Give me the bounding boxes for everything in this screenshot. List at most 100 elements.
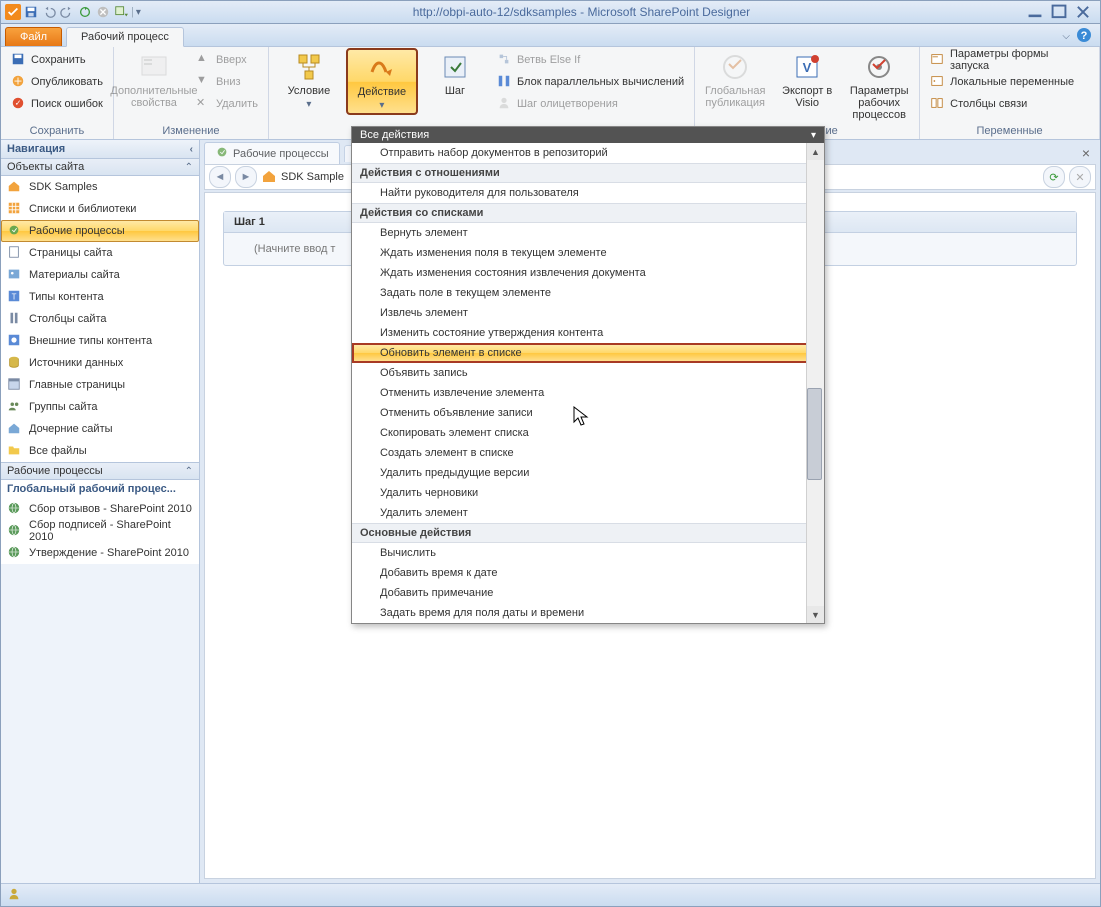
global-publish-button: Глобальная публикация xyxy=(701,49,769,111)
doc-tab-workflows[interactable]: Рабочие процессы xyxy=(204,142,340,164)
export-visio-button[interactable]: VЭкспорт в Visio xyxy=(773,49,841,111)
parallel-button[interactable]: Блок параллельных вычислений xyxy=(493,71,688,93)
svg-text:V: V xyxy=(803,60,812,75)
branch-button: Ветвь Else If xyxy=(493,49,688,71)
nav-global-wf: Глобальный рабочий процес... xyxy=(1,480,199,498)
ribbon-minimize-icon[interactable]: ⌵ xyxy=(1062,31,1070,42)
action-item[interactable]: Удалить черновики xyxy=(352,483,824,503)
wf-item-1[interactable]: Сбор подписей - SharePoint 2010 xyxy=(1,520,199,542)
sidebar-item-7[interactable]: Внешние типы контента xyxy=(1,330,199,352)
action-item[interactable]: Найти руководителя для пользователя xyxy=(352,183,824,203)
svg-text:✓: ✓ xyxy=(15,99,22,108)
stop-button[interactable]: ✕ xyxy=(1069,166,1091,188)
wf-item-2[interactable]: Утверждение - SharePoint 2010 xyxy=(1,542,199,564)
form-params-button[interactable]: Параметры формы запуска xyxy=(926,49,1093,71)
scrollbar[interactable]: ▲ ▼ xyxy=(806,143,824,623)
users-icon xyxy=(7,399,23,415)
sidebar-item-6[interactable]: Столбцы сайта xyxy=(1,308,199,330)
dropdown-icon[interactable] xyxy=(113,4,129,20)
save-icon[interactable] xyxy=(23,4,39,20)
wf-settings-button[interactable]: Параметры рабочих процессов xyxy=(845,49,913,123)
action-item[interactable]: Обновить элемент в списке xyxy=(352,343,824,363)
step-button[interactable]: Шаг xyxy=(421,49,489,99)
action-item[interactable]: Скопировать элемент списка xyxy=(352,423,824,443)
sidebar-item-8[interactable]: Источники данных xyxy=(1,352,199,374)
action-item[interactable]: Вернуть элемент xyxy=(352,223,824,243)
action-item[interactable]: Вычислить xyxy=(352,543,824,563)
assoc-cols-button[interactable]: Столбцы связи xyxy=(926,93,1093,115)
sidebar-item-9[interactable]: Главные страницы xyxy=(1,374,199,396)
workflow-icon xyxy=(215,145,229,162)
sidebar-item-11[interactable]: Дочерние сайты xyxy=(1,418,199,440)
refresh-button[interactable]: ⟳ xyxy=(1043,166,1065,188)
app-icon xyxy=(5,4,21,20)
titlebar: | ▾ http://obpi-auto-12/sdksamples - Mic… xyxy=(1,1,1100,24)
maximize-button[interactable] xyxy=(1050,5,1068,19)
undo-icon[interactable] xyxy=(41,4,57,20)
scroll-thumb[interactable] xyxy=(807,388,822,480)
action-item[interactable]: Добавить примечание xyxy=(352,583,824,603)
nav-workflows-header[interactable]: Рабочие процессы⌃ xyxy=(1,463,199,480)
action-item[interactable]: Ждать изменения поля в текущем элементе xyxy=(352,243,824,263)
action-item[interactable]: Ждать изменения состояния извлечения док… xyxy=(352,263,824,283)
scroll-down-icon[interactable]: ▼ xyxy=(807,606,824,623)
action-item[interactable]: Извлечь элемент xyxy=(352,303,824,323)
action-item[interactable]: Изменить состояние утверждения контента xyxy=(352,323,824,343)
collapse-icon[interactable]: ‹ xyxy=(190,144,193,155)
action-item[interactable]: Задать время для поля даты и времени xyxy=(352,603,824,623)
action-item[interactable]: Создать элемент в списке xyxy=(352,443,824,463)
condition-button[interactable]: Условие▾ xyxy=(275,49,343,112)
delete-button: ✕Удалить xyxy=(192,93,262,115)
sidebar-item-3[interactable]: Страницы сайта xyxy=(1,242,199,264)
close-button[interactable] xyxy=(1074,5,1092,19)
sidebar-item-12[interactable]: Все файлы xyxy=(1,440,199,462)
status-icon xyxy=(7,887,21,904)
ribbon-tabstrip: Файл Рабочий процесс ⌵ ? xyxy=(1,24,1100,47)
statusbar xyxy=(1,883,1100,906)
stop-icon[interactable] xyxy=(95,4,111,20)
qat-customize-icon[interactable]: ▾ xyxy=(136,7,141,18)
check-errors-button[interactable]: ✓Поиск ошибок xyxy=(7,93,107,115)
local-vars-button[interactable]: Локальные переменные xyxy=(926,71,1093,93)
dropdown-header[interactable]: Все действия▾ xyxy=(352,127,824,143)
publish-button[interactable]: Опубликовать xyxy=(7,71,107,93)
action-item[interactable]: Отменить объявление записи xyxy=(352,403,824,423)
help-icon[interactable]: ? xyxy=(1076,27,1092,46)
tab-file[interactable]: Файл xyxy=(5,27,62,46)
sidebar-item-10[interactable]: Группы сайта xyxy=(1,396,199,418)
save-button[interactable]: Сохранить xyxy=(7,49,107,71)
master-icon xyxy=(7,377,23,393)
folder-icon xyxy=(7,443,23,459)
properties-button: Дополнительные свойства xyxy=(120,49,188,111)
move-up-button: ▲Вверх xyxy=(192,49,262,71)
action-item[interactable]: Отправить набор документов в репозиторий xyxy=(352,143,824,163)
action-item[interactable]: Добавить время к дате xyxy=(352,563,824,583)
sidebar-item-1[interactable]: Списки и библиотеки xyxy=(1,198,199,220)
redo-icon[interactable] xyxy=(59,4,75,20)
svg-text:?: ? xyxy=(1081,30,1088,42)
navigation-pane: Навигация‹ Объекты сайта⌃ SDK SamplesСпи… xyxy=(1,140,200,883)
tab-workflow[interactable]: Рабочий процесс xyxy=(66,27,184,47)
sidebar-item-5[interactable]: TТипы контента xyxy=(1,286,199,308)
globe-icon xyxy=(7,523,23,539)
sidebar-item-4[interactable]: Материалы сайта xyxy=(1,264,199,286)
action-item[interactable]: Задать поле в текущем элементе xyxy=(352,283,824,303)
home-icon[interactable] xyxy=(261,168,277,187)
sidebar-item-2[interactable]: Рабочие процессы xyxy=(1,220,199,242)
action-item[interactable]: Удалить элемент xyxy=(352,503,824,523)
action-item[interactable]: Объявить запись xyxy=(352,363,824,383)
tab-close-icon[interactable]: × xyxy=(1076,145,1096,161)
nav-header: Навигация‹ xyxy=(1,140,199,159)
action-item[interactable]: Отменить извлечение элемента xyxy=(352,383,824,403)
scroll-up-icon[interactable]: ▲ xyxy=(807,143,824,160)
ext-icon xyxy=(7,333,23,349)
refresh-icon[interactable] xyxy=(77,4,93,20)
nav-subheader[interactable]: Объекты сайта⌃ xyxy=(1,159,199,176)
action-item[interactable]: Удалить предыдущие версии xyxy=(352,463,824,483)
action-button[interactable]: Действие▾ xyxy=(347,49,417,114)
minimize-button[interactable] xyxy=(1026,5,1044,19)
sidebar-item-0[interactable]: SDK Samples xyxy=(1,176,199,198)
back-button[interactable]: ◄ xyxy=(209,166,231,188)
wf-item-0[interactable]: Сбор отзывов - SharePoint 2010 xyxy=(1,498,199,520)
forward-button[interactable]: ► xyxy=(235,166,257,188)
